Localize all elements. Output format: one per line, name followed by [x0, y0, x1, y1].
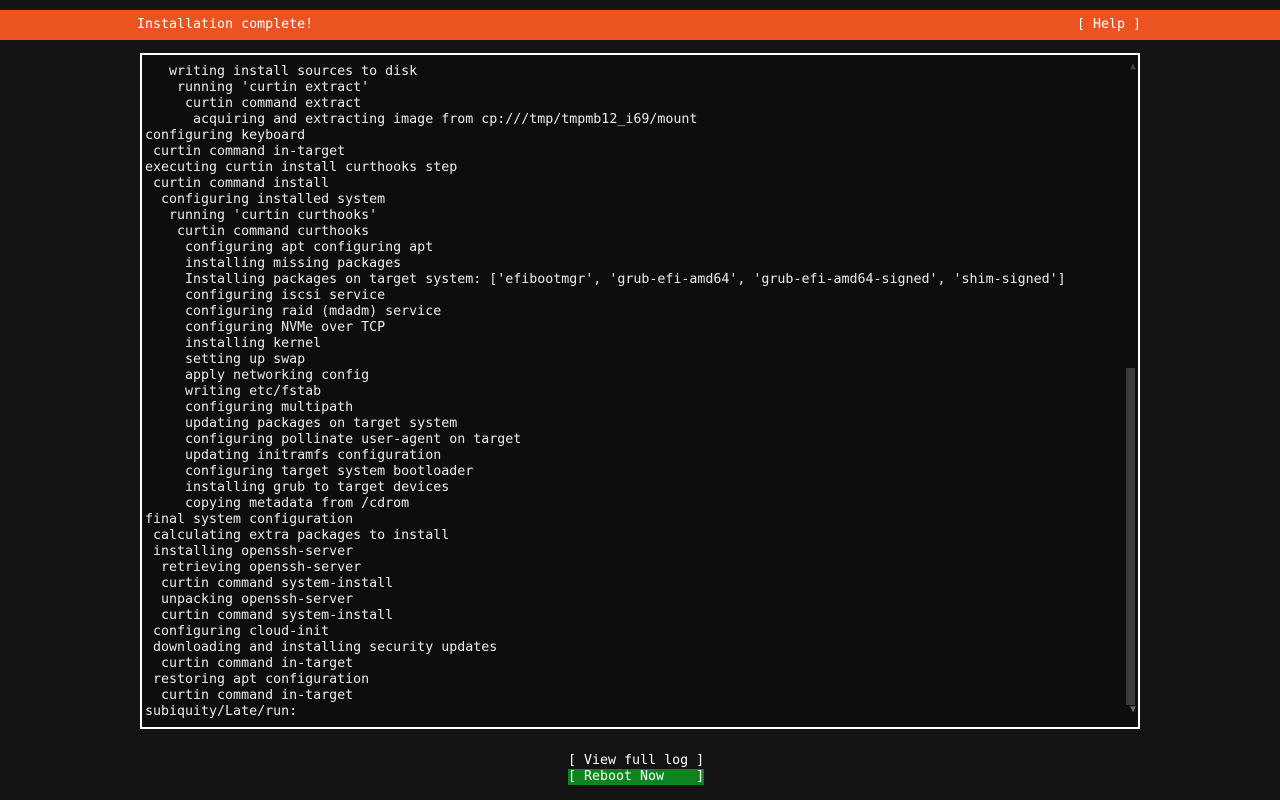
reboot-now-button[interactable]: [ Reboot Now ] — [568, 769, 704, 785]
install-log-text: writing install sources to disk running … — [145, 64, 1066, 720]
view-full-log-button[interactable]: [ View full log ] — [568, 753, 704, 769]
scroll-down-icon[interactable]: ▼ — [1130, 705, 1136, 715]
header-bar: Installation complete! [ Help ] — [0, 10, 1280, 40]
scroll-up-icon[interactable]: ▲ — [1130, 62, 1136, 72]
install-log-panel[interactable]: writing install sources to disk running … — [140, 53, 1140, 729]
page-title: Installation complete! — [137, 10, 313, 40]
help-button[interactable]: [ Help ] — [1077, 10, 1141, 40]
scrollbar-thumb[interactable] — [1126, 368, 1135, 705]
